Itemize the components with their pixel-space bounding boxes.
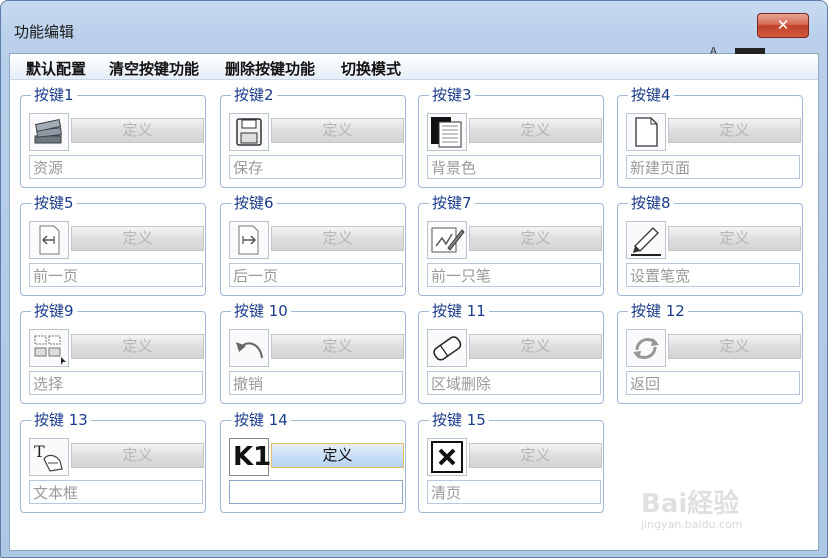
key-group-title: 按键5 bbox=[31, 195, 77, 211]
return-icon[interactable] bbox=[626, 329, 666, 367]
key-group-12: 按键 12 定义 返回 bbox=[617, 303, 803, 404]
function-name-field[interactable]: 背景色 bbox=[427, 155, 601, 179]
function-name-field[interactable]: 资源 bbox=[29, 155, 203, 179]
function-name-field[interactable]: 文本框 bbox=[29, 480, 203, 504]
define-button[interactable]: 定义 bbox=[469, 334, 602, 359]
key-group-title: 按键2 bbox=[231, 87, 277, 103]
define-button[interactable]: 定义 bbox=[71, 118, 204, 143]
key-group-6: 按键6 定义 后一页 bbox=[220, 195, 406, 296]
baidu-watermark: Bai経验 jingyan.baidu.com bbox=[641, 466, 791, 536]
key-group-4: 按键4 定义 新建页面 bbox=[617, 87, 803, 188]
save-icon[interactable] bbox=[229, 113, 269, 151]
key-group-title: 按键9 bbox=[31, 303, 77, 319]
menu-clear-key-functions[interactable]: 清空按键功能 bbox=[109, 58, 199, 79]
next-page-icon[interactable] bbox=[229, 221, 269, 259]
key-group-title: 按键 14 bbox=[231, 412, 291, 428]
define-button[interactable]: 定义 bbox=[271, 443, 404, 468]
define-button[interactable]: 定义 bbox=[668, 118, 801, 143]
function-name-field[interactable]: 后一页 bbox=[229, 263, 403, 287]
window-title: 功能编辑 bbox=[14, 23, 75, 41]
watermark-text: Bai経验 bbox=[641, 489, 740, 519]
key-group-title: 按键6 bbox=[231, 195, 277, 211]
key-group-title: 按键 12 bbox=[628, 303, 688, 319]
pen-width-icon[interactable] bbox=[626, 221, 666, 259]
function-name-field[interactable]: 设置笔宽 bbox=[626, 263, 800, 287]
eraser-icon[interactable] bbox=[427, 329, 467, 367]
define-button[interactable]: 定义 bbox=[71, 226, 204, 251]
select-icon[interactable] bbox=[29, 329, 69, 367]
key-group-3: 按键3 定义 背景色 bbox=[418, 87, 604, 188]
background-color-icon[interactable] bbox=[427, 113, 467, 151]
function-edit-window: 功能编辑 ✕ A 默认配置 清空按键功能 删除按键功能 切换模式 按键1 定义 … bbox=[0, 0, 828, 558]
clear-page-icon[interactable] bbox=[427, 438, 467, 476]
define-button[interactable]: 定义 bbox=[71, 443, 204, 468]
svg-text:T: T bbox=[34, 442, 45, 461]
watermark-url: jingyan.baidu.com bbox=[641, 518, 743, 531]
key-group-2: 按键2 定义 保存 bbox=[220, 87, 406, 188]
define-button[interactable]: 定义 bbox=[469, 443, 602, 468]
function-name-field[interactable]: 清页 bbox=[427, 480, 601, 504]
function-name-field[interactable]: 返回 bbox=[626, 371, 800, 395]
define-button[interactable]: 定义 bbox=[469, 118, 602, 143]
books-icon[interactable] bbox=[29, 113, 69, 151]
key-group-title: 按键 10 bbox=[231, 303, 291, 319]
define-button[interactable]: 定义 bbox=[271, 334, 404, 359]
key-group-1: 按键1 定义 资源 bbox=[20, 87, 206, 188]
close-button[interactable]: ✕ bbox=[757, 13, 809, 38]
function-name-field[interactable]: 选择 bbox=[29, 371, 203, 395]
function-name-field[interactable]: 前一页 bbox=[29, 263, 203, 287]
key-group-title: 按键8 bbox=[628, 195, 674, 211]
function-name-field[interactable]: 新建页面 bbox=[626, 155, 800, 179]
define-button[interactable]: 定义 bbox=[668, 334, 801, 359]
menu-switch-mode[interactable]: 切换模式 bbox=[341, 58, 401, 79]
key-group-title: 按键3 bbox=[429, 87, 475, 103]
key-group-11: 按键 11 定义 区域删除 bbox=[418, 303, 604, 404]
function-name-field[interactable] bbox=[229, 480, 403, 504]
key-group-5: 按键5 定义 前一页 bbox=[20, 195, 206, 296]
key-group-title: 按键4 bbox=[628, 87, 674, 103]
k1-icon[interactable]: K1 bbox=[229, 438, 272, 476]
textbox-icon[interactable]: T bbox=[29, 438, 69, 476]
key-group-7: 按键7 定义 前一只笔 bbox=[418, 195, 604, 296]
define-button[interactable]: 定义 bbox=[271, 226, 404, 251]
key-group-9: 按键9 定义 选择 bbox=[20, 303, 206, 404]
key-group-title: 按键 11 bbox=[429, 303, 489, 319]
function-name-field[interactable]: 区域删除 bbox=[427, 371, 601, 395]
key-group-title: 按键1 bbox=[31, 87, 77, 103]
key-group-10: 按键 10 定义 撤销 bbox=[220, 303, 406, 404]
undo-icon[interactable] bbox=[229, 329, 269, 367]
previous-pen-icon[interactable] bbox=[427, 221, 467, 259]
menu-delete-key-functions[interactable]: 删除按键功能 bbox=[225, 58, 315, 79]
menu-bar: 默认配置 清空按键功能 删除按键功能 切换模式 bbox=[10, 54, 818, 80]
key-group-14: 按键 14 K1 定义 bbox=[220, 412, 406, 513]
define-button[interactable]: 定义 bbox=[271, 118, 404, 143]
function-name-field[interactable]: 前一只笔 bbox=[427, 263, 601, 287]
k1-icon-label: K1 bbox=[233, 442, 272, 472]
key-group-title: 按键 15 bbox=[429, 412, 489, 428]
new-page-icon[interactable] bbox=[626, 113, 666, 151]
key-group-13: 按键 13 T 定义 文本框 bbox=[20, 412, 206, 513]
key-group-title: 按键 13 bbox=[31, 412, 91, 428]
menu-default-config[interactable]: 默认配置 bbox=[26, 58, 86, 79]
title-bar: 功能编辑 ✕ bbox=[1, 1, 827, 49]
previous-page-icon[interactable] bbox=[29, 221, 69, 259]
function-name-field[interactable]: 保存 bbox=[229, 155, 403, 179]
define-button[interactable]: 定义 bbox=[71, 334, 204, 359]
key-group-15: 按键 15 定义 清页 bbox=[418, 412, 604, 513]
key-group-8: 按键8 定义 设置笔宽 bbox=[617, 195, 803, 296]
function-name-field[interactable]: 撤销 bbox=[229, 371, 403, 395]
key-group-title: 按键7 bbox=[429, 195, 475, 211]
define-button[interactable]: 定义 bbox=[668, 226, 801, 251]
define-button[interactable]: 定义 bbox=[469, 226, 602, 251]
